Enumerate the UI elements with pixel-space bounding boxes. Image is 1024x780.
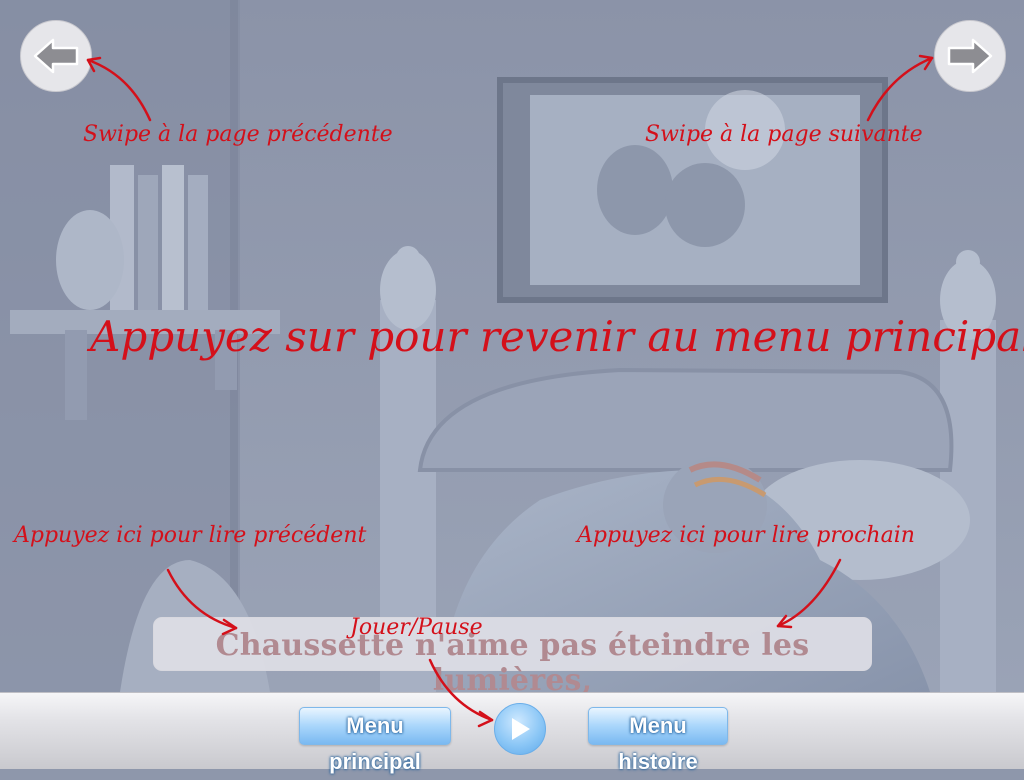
main-menu-tip: Appuyez sur pour revenir au menu princip… [90, 312, 1024, 361]
story-caption-box[interactable]: Chaussette n'aime pas éteindre les lumiè… [153, 617, 872, 698]
previous-page-button[interactable] [20, 20, 92, 92]
next-page-button[interactable] [934, 20, 1006, 92]
play-pause-hint: Jouer/Pause [350, 615, 483, 640]
arrow-left-icon [33, 38, 79, 74]
play-pause-button[interactable] [494, 703, 546, 755]
arrow-right-icon [947, 38, 993, 74]
bottom-toolbar: Menu principal Menu histoire [0, 692, 1024, 774]
story-menu-button[interactable]: Menu histoire [588, 707, 728, 774]
swipe-previous-hint: Swipe à la page précédente [83, 122, 393, 147]
read-next-hint: Appuyez ici pour lire prochain [577, 523, 915, 548]
swipe-next-hint: Swipe à la page suivante [645, 122, 923, 147]
play-icon [512, 718, 530, 740]
main-menu-button[interactable]: Menu principal [299, 707, 451, 774]
story-caption: Chaussette n'aime pas éteindre les lumiè… [215, 628, 810, 698]
read-previous-hint: Appuyez ici pour lire précédent [14, 523, 367, 548]
